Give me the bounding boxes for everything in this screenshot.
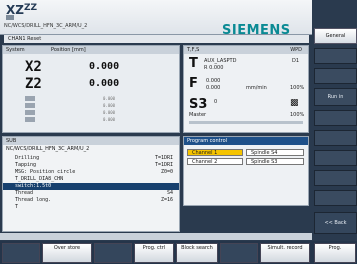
program-control-title: Program control xyxy=(184,137,308,145)
tool-feed-spindle-panel: T,F,S WPD T AUX_LASPTD D1 R 0.000 F 0.00… xyxy=(183,45,309,133)
softkey-empty[interactable] xyxy=(94,243,132,263)
program-line[interactable]: T xyxy=(3,204,179,211)
spindle-direction-icon: ▩ xyxy=(290,98,299,108)
softkey-empty[interactable] xyxy=(314,68,357,84)
run-in-softkey[interactable]: Run in xyxy=(314,88,357,106)
program-path: NC/WCS/DRILL_HFN_3C_ARM/U_2 xyxy=(4,23,88,29)
channel-1-option[interactable]: Channel 1 xyxy=(187,149,243,156)
prog-ctrl-softkey[interactable]: Prog. ctrl xyxy=(134,243,174,263)
prog-softkey[interactable]: Prog. xyxy=(314,243,356,263)
spindle-override: 100% xyxy=(290,112,305,118)
axis-small-value: 0.000 xyxy=(103,117,116,122)
feed-value-2: 0.000 xyxy=(206,85,221,91)
softkey-empty[interactable] xyxy=(314,48,357,64)
softkey-empty[interactable] xyxy=(314,150,357,166)
tfs-wpd: WPD xyxy=(290,47,302,53)
feed-override: 100% xyxy=(290,85,305,91)
over-store-softkey[interactable]: Over store xyxy=(42,243,92,263)
axes-panel: System Position [mm] X2 0.000 Z2 0.000 0… xyxy=(2,45,180,133)
axis-value: 0.000 xyxy=(89,78,120,89)
spindle-load-bar xyxy=(189,121,303,124)
mode-icon[interactable]: ZZ xyxy=(24,3,37,13)
program-header: SUB xyxy=(3,137,179,145)
axis-small-value: 0.000 xyxy=(103,96,116,101)
program-line-selected[interactable]: switch:1.5t0 xyxy=(3,183,179,190)
axis-name: Z2 xyxy=(25,76,42,92)
axis-col-header: System xyxy=(6,47,25,53)
spindle-s3-option[interactable]: Spindle S3 xyxy=(246,158,304,165)
axis-block-icon xyxy=(25,117,35,122)
axis-block-icon xyxy=(25,103,35,108)
program-line[interactable]: Tapping T=1DRI xyxy=(3,162,179,169)
axis-small-value: 0.000 xyxy=(103,103,116,108)
channel-2-option[interactable]: Channel 2 xyxy=(187,158,243,165)
feed-value-1: 0.000 xyxy=(206,78,221,84)
axis-block-icon xyxy=(25,110,35,115)
axis-block-icon xyxy=(25,96,35,101)
program-line[interactable]: MSG: Position circle Z0=0 xyxy=(3,169,179,176)
pos-col-header: Position [mm] xyxy=(51,47,86,53)
program-line[interactable]: Thread long. Z=16 xyxy=(3,197,179,204)
tool-name: AUX_LASPTD xyxy=(204,58,237,64)
axes-header: System Position [mm] xyxy=(3,46,179,54)
softkey-empty[interactable] xyxy=(314,190,357,206)
program-line[interactable]: T_DRILL_DIA8_CHN xyxy=(3,176,179,183)
tfs-header: T,F,S WPD xyxy=(184,46,308,54)
channel-icon xyxy=(6,15,14,20)
axis-name: X2 xyxy=(25,59,42,75)
block-search-softkey[interactable]: Block search xyxy=(176,243,218,263)
softkey-empty[interactable] xyxy=(314,130,357,146)
general-softkey[interactable]: General xyxy=(314,28,357,44)
feed-label: F xyxy=(189,76,198,91)
program-panel: SUB NC/WCS/DRILL_HFN_3C_ARM/U_2 Drilling… xyxy=(2,136,180,232)
tool-d: D1 xyxy=(292,58,300,64)
tfs-title: T,F,S xyxy=(187,47,200,53)
program-control-panel: Program control Channel 1 Spindle S4 Cha… xyxy=(183,136,309,206)
program-path-line: NC/WCS/DRILL_HFN_3C_ARM/U_2 xyxy=(6,146,90,152)
tool-label: T xyxy=(189,56,198,71)
program-line[interactable]: Thread S4 xyxy=(3,190,179,197)
status-bar xyxy=(0,233,312,240)
tool-radius: R 0.000 xyxy=(204,65,224,71)
back-softkey[interactable]: << Back xyxy=(314,212,357,234)
spindle-label: S3 xyxy=(189,97,208,112)
spindle-s4-option[interactable]: Spindle S4 xyxy=(246,149,304,156)
softkey-empty[interactable] xyxy=(220,243,258,263)
feed-unit: mm/min xyxy=(246,85,267,91)
softkey-empty[interactable] xyxy=(314,110,357,126)
spindle-master: Master xyxy=(189,112,207,118)
program-line[interactable]: Drilling T=1DRI xyxy=(3,155,179,162)
spindle-value: 0 xyxy=(214,99,218,105)
axis-small-value: 0.000 xyxy=(103,110,116,115)
axis-value: 0.000 xyxy=(89,61,120,72)
channel-status: CHAN1 Reset xyxy=(4,35,309,43)
softkey-empty[interactable] xyxy=(314,170,357,186)
softkey-empty[interactable] xyxy=(2,243,40,263)
simult-record-softkey[interactable]: Simult. record xyxy=(260,243,310,263)
